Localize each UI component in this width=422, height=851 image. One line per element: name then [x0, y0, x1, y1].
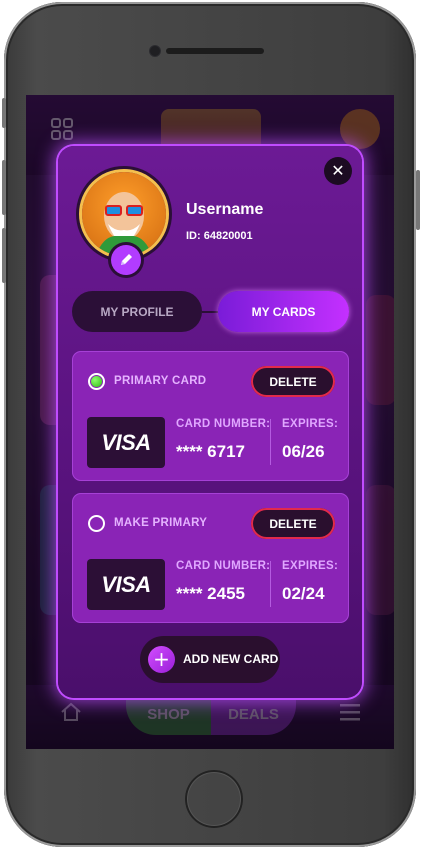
visa-logo: VISA — [87, 559, 165, 610]
card-number-label: CARD NUMBER: — [176, 560, 271, 572]
close-button[interactable]: ✕ — [324, 157, 352, 185]
divider — [270, 419, 271, 465]
card-item-secondary: MAKE PRIMARY DELETE VISA CARD NUMBER: **… — [72, 493, 349, 623]
add-new-card-button[interactable]: + ADD NEW CARD — [140, 636, 280, 683]
add-new-card-label: ADD NEW CARD — [183, 652, 279, 666]
delete-card-button[interactable]: DELETE — [251, 366, 335, 397]
expires-label: EXPIRES: — [282, 560, 339, 572]
tab-my-cards[interactable]: MY CARDS — [218, 291, 349, 332]
edit-avatar-button[interactable] — [111, 245, 141, 275]
expires-value: 02/24 — [282, 584, 325, 603]
plus-icon: + — [148, 646, 175, 673]
old-man-avatar-icon — [96, 192, 152, 256]
mute-switch — [2, 98, 6, 128]
make-primary-label[interactable]: MAKE PRIMARY — [114, 517, 207, 529]
expires-label: EXPIRES: — [282, 418, 339, 430]
divider — [270, 561, 271, 607]
avatar — [82, 172, 166, 256]
delete-card-button[interactable]: DELETE — [251, 508, 335, 539]
front-camera — [150, 46, 160, 56]
card-status: PRIMARY CARD — [114, 375, 207, 387]
card-item-primary: PRIMARY CARD DELETE VISA CARD NUMBER: **… — [72, 351, 349, 481]
profile-tabs: MY PROFILE MY CARDS — [72, 291, 349, 332]
radio-selected-icon[interactable] — [88, 373, 105, 390]
tab-connector — [202, 311, 218, 313]
card-number: **** 2455 — [176, 584, 246, 603]
user-id: ID: 64820001 — [186, 230, 253, 242]
radio-empty-icon[interactable] — [88, 515, 105, 532]
expires-value: 06/26 — [282, 442, 325, 461]
tab-my-profile[interactable]: MY PROFILE — [72, 291, 202, 332]
close-icon: ✕ — [331, 161, 345, 180]
earpiece-speaker — [166, 48, 264, 54]
volume-down-button — [2, 228, 6, 283]
username: Username — [186, 201, 264, 218]
visa-logo: VISA — [87, 417, 165, 468]
power-button — [416, 170, 420, 230]
pencil-icon — [121, 254, 132, 265]
home-button[interactable] — [185, 770, 243, 828]
volume-up-button — [2, 160, 6, 215]
card-number-label: CARD NUMBER: — [176, 418, 271, 430]
card-number: **** 6717 — [176, 442, 246, 461]
